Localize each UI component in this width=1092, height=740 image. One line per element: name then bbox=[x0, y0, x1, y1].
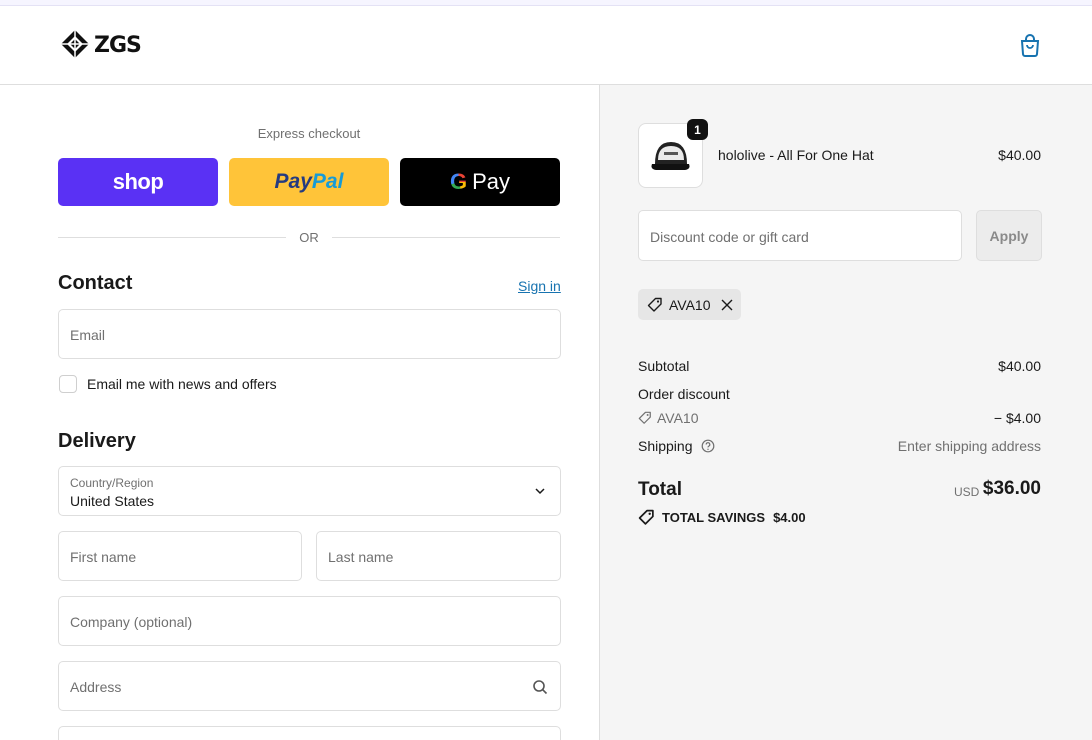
order-discount-value: − $4.00 bbox=[993, 410, 1041, 426]
shop-pay-button[interactable]: shop bbox=[58, 158, 218, 206]
address-field[interactable]: Address bbox=[58, 661, 561, 711]
order-discount-code: AVA10 bbox=[638, 410, 699, 426]
email-field[interactable]: Email bbox=[58, 309, 561, 359]
country-label: Country/Region bbox=[70, 476, 154, 490]
tag-icon bbox=[638, 411, 651, 424]
contact-title: Contact bbox=[58, 272, 133, 294]
tag-icon bbox=[638, 509, 654, 525]
last-name-field[interactable]: Last name bbox=[316, 531, 561, 581]
brand-wordmark: ZGS bbox=[94, 33, 142, 55]
last-name-placeholder: Last name bbox=[328, 549, 394, 565]
shipping-label: Shipping bbox=[638, 438, 693, 454]
apartment-field[interactable] bbox=[58, 726, 561, 740]
express-checkout-label: Express checkout bbox=[257, 126, 361, 141]
tag-icon bbox=[647, 297, 662, 312]
email-placeholder: Email bbox=[70, 327, 106, 343]
country-select[interactable]: Country/Region United States bbox=[58, 466, 561, 516]
brand-logo[interactable]: ZGS bbox=[60, 29, 154, 59]
product-name: hololive - All For One Hat bbox=[718, 147, 874, 163]
remove-discount-icon[interactable] bbox=[721, 299, 733, 311]
company-field[interactable]: Company (optional) bbox=[58, 596, 561, 646]
subtotal-label: Subtotal bbox=[638, 358, 690, 374]
news-checkbox[interactable] bbox=[59, 375, 77, 393]
shopping-bag-icon[interactable] bbox=[1017, 32, 1043, 58]
product-price: $40.00 bbox=[998, 147, 1041, 163]
divider-line-right bbox=[332, 237, 560, 238]
subtotal-value: $40.00 bbox=[998, 358, 1041, 374]
paypal-label-part1: Pay bbox=[274, 170, 312, 193]
brand-logo-icon bbox=[61, 30, 89, 58]
total-savings: TOTAL SAVINGS $4.00 bbox=[638, 509, 806, 526]
first-name-placeholder: First name bbox=[70, 549, 137, 565]
svg-text:ZGS: ZGS bbox=[94, 33, 141, 55]
country-value: United States bbox=[70, 493, 155, 509]
total-label: Total bbox=[638, 479, 682, 500]
chevron-down-icon bbox=[535, 488, 545, 495]
shipping-value: Enter shipping address bbox=[897, 438, 1041, 454]
search-icon bbox=[533, 680, 548, 695]
apply-discount-button[interactable]: Apply bbox=[976, 210, 1042, 261]
google-pay-label: Pay bbox=[472, 169, 511, 194]
shipping-row: Shipping bbox=[638, 438, 715, 454]
news-label: Email me with news and offers bbox=[87, 376, 277, 392]
applied-discount-chip: AVA10 bbox=[638, 289, 741, 320]
company-placeholder: Company (optional) bbox=[70, 614, 193, 630]
discount-placeholder: Discount code or gift card bbox=[650, 229, 809, 245]
help-icon[interactable] bbox=[701, 439, 715, 453]
total-currency: USD bbox=[954, 485, 980, 499]
google-g-icon: G bbox=[449, 169, 468, 194]
sign-in-link[interactable]: Sign in bbox=[518, 278, 561, 294]
delivery-title: Delivery bbox=[58, 430, 136, 452]
quantity-badge: 1 bbox=[687, 119, 708, 140]
first-name-field[interactable]: First name bbox=[58, 531, 302, 581]
order-discount-code-text: AVA10 bbox=[657, 410, 699, 426]
savings-amount: $4.00 bbox=[773, 510, 806, 525]
news-opt-in[interactable]: Email me with news and offers bbox=[59, 375, 277, 393]
applied-code-text: AVA10 bbox=[669, 296, 711, 313]
address-placeholder: Address bbox=[70, 679, 122, 695]
total-amount: $36.00 bbox=[982, 478, 1041, 499]
or-divider: OR bbox=[58, 229, 560, 247]
paypal-button[interactable]: Pay Pal bbox=[229, 158, 389, 206]
header: ZGS bbox=[0, 6, 1092, 85]
google-pay-button[interactable]: G Pay bbox=[400, 158, 560, 206]
savings-label: TOTAL SAVINGS bbox=[662, 510, 766, 525]
order-discount-label: Order discount bbox=[638, 386, 730, 402]
discount-code-input[interactable]: Discount code or gift card bbox=[638, 210, 962, 261]
shop-pay-label: shop bbox=[112, 169, 164, 194]
paypal-label-part2: Pal bbox=[311, 170, 344, 193]
